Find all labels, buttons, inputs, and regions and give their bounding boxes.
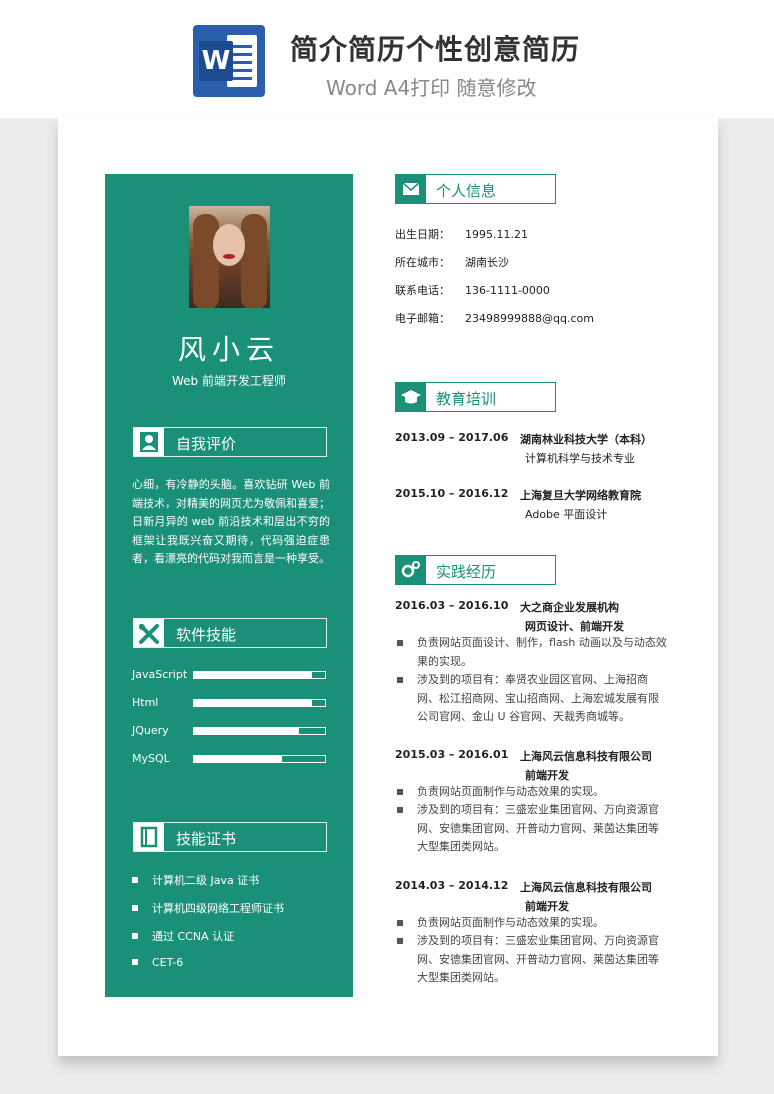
skill-name: MySQL <box>132 752 170 765</box>
section-label: 自我评价 <box>176 435 237 453</box>
edu-major: 计算机科学与技术专业 <box>525 452 635 465</box>
skill-bar-fill <box>194 672 312 678</box>
practice-company: 上海风云信息科技有限公司 <box>520 750 652 763</box>
cert-item: CET-6 <box>132 956 183 969</box>
section-label: 教育培训 <box>436 390 497 408</box>
info-row: 电子邮箱： 23498999888@qq.com <box>395 312 594 325</box>
edu-school: 上海复旦大学网络教育院 <box>520 489 641 502</box>
skill-bar-fill <box>194 728 299 734</box>
sidebar: 风小云 Web 前端开发工程师 自我评价 心细，有冷静的头脑。喜欢钻研 Web … <box>105 174 353 997</box>
practice-position: 网页设计、前端开发 <box>525 620 624 633</box>
edu-period: 2013.09 – 2017.06 <box>395 431 509 444</box>
tools-icon <box>134 619 164 647</box>
skill-bar-fill <box>194 756 282 762</box>
person-icon <box>134 428 164 456</box>
practice-company: 上海风云信息科技有限公司 <box>520 881 652 894</box>
practice-position: 前端开发 <box>525 900 569 913</box>
cert-item: 计算机二级 Java 证书 <box>132 872 259 888</box>
skill-bar <box>193 727 326 735</box>
info-row: 出生日期： 1995.11.21 <box>395 228 528 241</box>
section-label: 个人信息 <box>436 182 497 200</box>
gears-icon <box>396 556 426 584</box>
profile-role: Web 前端开发工程师 <box>172 374 286 388</box>
practice-bullet: 涉及到的项目有：三盛宏业集团官网、万向资源官网、安德集团官网、开普动力官网、莱茵… <box>397 801 667 857</box>
cert-item: 计算机四级网络工程师证书 <box>132 900 284 916</box>
mail-icon <box>396 175 426 203</box>
practice-period: 2015.03 – 2016.01 <box>395 748 509 761</box>
section-label: 技能证书 <box>176 830 237 848</box>
book-icon <box>134 823 164 851</box>
skill-name: JQuery <box>132 724 169 737</box>
skill-row: JavaScript <box>132 668 328 682</box>
info-row: 联系电话： 136-1111-0000 <box>395 284 550 297</box>
skill-bar <box>193 699 326 707</box>
section-label: 实践经历 <box>436 563 497 581</box>
practice-period: 2016.03 – 2016.10 <box>395 599 509 612</box>
section-header-skills: 软件技能 <box>133 618 327 648</box>
practice-company: 大之商企业发展机构 <box>520 601 619 614</box>
cert-item: 通过 CCNA 认证 <box>132 928 234 944</box>
edu-school: 湖南林业科技大学（本科） <box>520 433 652 446</box>
graduation-cap-icon <box>396 383 426 411</box>
skill-row: Html <box>132 696 328 710</box>
practice-bullet: 负责网站页面设计、制作，flash 动画以及与动态效果的实现。 <box>397 634 667 671</box>
skill-row: MySQL <box>132 752 328 766</box>
banner-title: 简介简历个性创意简历 <box>290 33 581 66</box>
self-eval-text: 心细，有冷静的头脑。喜欢钻研 Web 前端技术，对精美的网页尤为敬佩和喜爱；日新… <box>132 478 330 565</box>
edu-major: Adobe 平面设计 <box>525 508 608 521</box>
section-label: 软件技能 <box>176 626 237 644</box>
profile-name: 风小云 <box>177 333 280 366</box>
top-banner: W 简介简历个性创意简历 Word A4打印 随意修改 <box>0 0 774 118</box>
edu-period: 2015.10 – 2016.12 <box>395 487 509 500</box>
skill-bar <box>193 755 326 763</box>
practice-bullet: 涉及到的项目有：三盛宏业集团官网、万向资源官网、安德集团官网、开普动力官网、莱茵… <box>397 932 667 988</box>
section-header-practice: 实践经历 <box>395 555 556 585</box>
word-logo-icon: W <box>193 25 265 97</box>
section-header-certs: 技能证书 <box>133 822 327 852</box>
section-header-self-eval: 自我评价 <box>133 427 327 457</box>
practice-bullet: 负责网站页面制作与动态效果的实现。 <box>397 783 667 802</box>
word-letter: W <box>199 41 233 81</box>
skill-name: JavaScript <box>132 668 188 681</box>
info-row: 所在城市： 湖南长沙 <box>395 256 509 269</box>
skill-bar <box>193 671 326 679</box>
skill-row: JQuery <box>132 724 328 738</box>
banner-subtitle: Word A4打印 随意修改 <box>326 76 537 100</box>
practice-bullet: 负责网站页面制作与动态效果的实现。 <box>397 914 667 933</box>
practice-bullet: 涉及到的项目有：奉贤农业园区官网、上海招商网、松江招商网、宝山招商网、上海宏城发… <box>397 671 667 727</box>
profile-photo <box>189 206 270 308</box>
skill-bar-fill <box>194 700 312 706</box>
practice-position: 前端开发 <box>525 769 569 782</box>
resume-page: 风小云 Web 前端开发工程师 自我评价 心细，有冷静的头脑。喜欢钻研 Web … <box>58 118 718 1056</box>
section-header-personal: 个人信息 <box>395 174 556 204</box>
section-header-education: 教育培训 <box>395 382 556 412</box>
skill-name: Html <box>132 696 159 709</box>
practice-period: 2014.03 – 2014.12 <box>395 879 509 892</box>
